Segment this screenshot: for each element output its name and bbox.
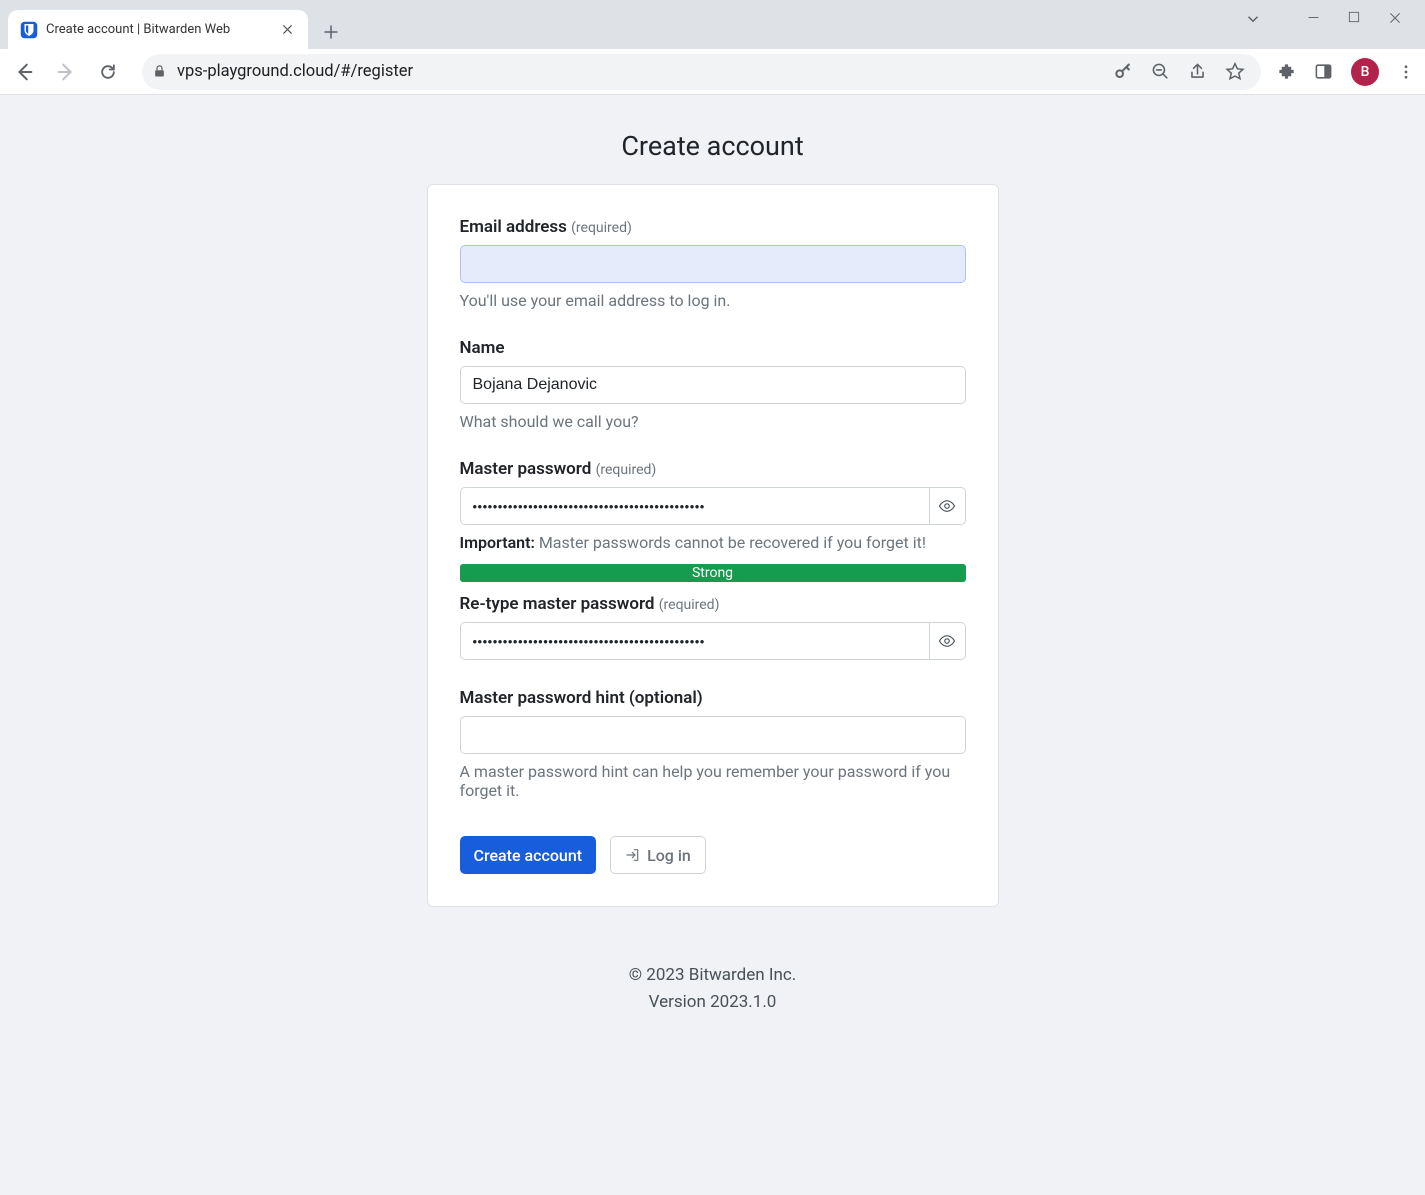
forward-button[interactable] [48,54,84,90]
lock-icon [152,64,167,79]
master-password-hint: Important: Master passwords cannot be re… [460,533,966,552]
name-hint: What should we call you? [460,412,966,431]
bitwarden-favicon-icon [20,21,38,39]
pwhint-group: Master password hint (optional) A master… [460,688,966,800]
create-account-label: Create account [474,846,583,865]
footer-copyright: © 2023 Bitwarden Inc. [629,962,797,989]
page-footer: © 2023 Bitwarden Inc. Version 2023.1.0 [629,962,797,1056]
tab-search-icon[interactable] [1244,10,1262,28]
password-strength-bar: Strong [460,564,966,582]
zoom-out-icon[interactable] [1151,62,1170,81]
login-icon [625,847,641,863]
login-label: Log in [647,846,691,865]
retype-label-text: Re-type master password [460,594,655,614]
tab-strip: Create account | Bitwarden Web [0,0,1425,49]
bookmark-star-icon[interactable] [1225,62,1245,82]
name-field[interactable] [460,366,966,404]
master-password-label-text: Master password [460,459,592,479]
back-button[interactable] [6,54,42,90]
browser-tab[interactable]: Create account | Bitwarden Web [8,10,308,49]
browser-toolbar: vps-playground.cloud/#/register B [0,49,1425,95]
pwhint-hint: A master password hint can help you reme… [460,762,966,800]
window-maximize-icon[interactable] [1347,10,1361,28]
master-password-group: Master password (required) Important: Ma… [460,459,966,552]
footer-version: Version 2023.1.0 [629,989,797,1016]
page-title: Create account [621,130,803,162]
url-text: vps-playground.cloud/#/register [177,62,1103,81]
new-tab-button[interactable] [322,23,340,41]
master-password-label: Master password (required) [460,459,966,479]
name-label: Name [460,338,966,358]
reload-button[interactable] [90,54,126,90]
retype-password-field[interactable] [460,622,931,660]
toggle-retype-visibility-icon[interactable] [930,622,965,660]
master-password-field[interactable] [460,487,931,525]
tab-title: Create account | Bitwarden Web [46,22,270,37]
email-label: Email address (required) [460,217,966,237]
email-hint: You'll use your email address to log in. [460,291,966,310]
page-content: Create account Email address (required) … [0,95,1425,1195]
register-card: Email address (required) You'll use your… [427,184,999,907]
tab-close-icon[interactable] [278,21,296,39]
pwhint-field[interactable] [460,716,966,754]
profile-avatar[interactable]: B [1351,58,1379,86]
sidepanel-icon[interactable] [1314,62,1333,81]
button-row: Create account Log in [460,836,966,874]
retype-label: Re-type master password (required) [460,594,966,614]
share-icon[interactable] [1188,62,1207,81]
create-account-button[interactable]: Create account [460,836,597,874]
extensions-icon[interactable] [1277,62,1296,81]
pwhint-label: Master password hint (optional) [460,688,966,708]
retype-group: Re-type master password (required) [460,594,966,660]
master-password-important: Important: [460,533,535,552]
address-bar[interactable]: vps-playground.cloud/#/register [142,54,1261,90]
toggle-password-visibility-icon[interactable] [930,487,965,525]
key-icon[interactable] [1113,62,1133,82]
retype-required: (required) [659,597,720,613]
window-close-icon[interactable] [1387,10,1403,28]
login-button[interactable]: Log in [610,836,706,874]
menu-icon[interactable] [1397,63,1415,81]
email-label-text: Email address [460,217,567,237]
email-field[interactable] [460,245,966,283]
window-minimize-icon[interactable] [1306,10,1321,28]
email-group: Email address (required) You'll use your… [460,217,966,310]
master-password-hint-text: Master passwords cannot be recovered if … [535,533,926,552]
email-required: (required) [571,220,632,236]
name-group: Name What should we call you? [460,338,966,431]
master-password-required: (required) [596,462,657,478]
